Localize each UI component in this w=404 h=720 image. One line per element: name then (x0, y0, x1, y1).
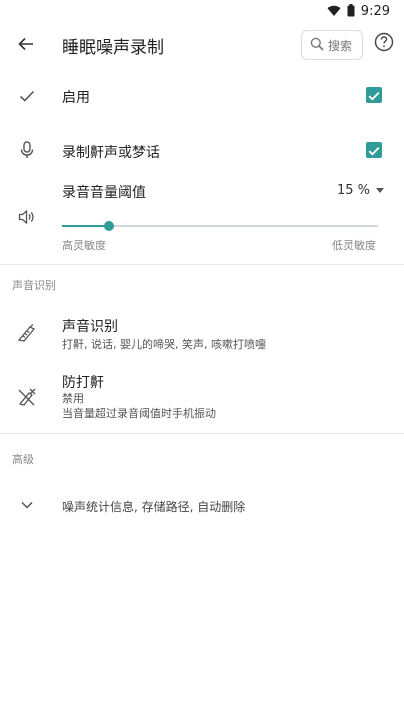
threshold-slider[interactable] (62, 221, 378, 231)
search-icon (310, 36, 324, 55)
enable-label: 启用 (62, 90, 90, 106)
status-right: 9:29 (327, 2, 390, 21)
enable-checkbox[interactable] (366, 87, 382, 103)
section-header-advanced: 高级 (12, 453, 34, 466)
check-icon (16, 85, 38, 107)
enable-row[interactable]: 启用 (0, 80, 404, 112)
divider (0, 433, 404, 434)
divider (0, 264, 404, 265)
threshold-label: 录音音量阈值 (62, 185, 146, 201)
page-title: 睡眠噪声录制 (62, 38, 164, 58)
back-button[interactable] (12, 32, 40, 60)
sound-recognition-subtitle: 打鼾, 说话, 婴儿的啼哭, 笑声, 咳嗽打喷嚏 (62, 338, 266, 351)
sound-recognition-row[interactable]: 声音识别 打鼾, 说话, 婴儿的啼哭, 笑声, 咳嗽打喷嚏 (0, 310, 404, 354)
saw-icon (16, 322, 38, 344)
checkmark-icon (368, 86, 380, 105)
search-label: 搜索 (328, 38, 353, 53)
battery-icon (347, 2, 355, 21)
help-circle-icon (374, 32, 394, 56)
wifi-icon (327, 2, 341, 21)
record-snore-checkbox[interactable] (366, 142, 382, 158)
anti-snore-title: 防打鼾 (62, 375, 104, 391)
status-time: 9:29 (360, 4, 390, 19)
arrow-left-icon (18, 36, 34, 56)
advanced-summary: 噪声统计信息, 存储路径, 自动删除 (62, 500, 246, 514)
search-button[interactable]: 搜索 (301, 30, 363, 60)
sound-recognition-title: 声音识别 (62, 319, 118, 335)
status-bar: 9:29 (0, 0, 404, 24)
anti-snore-description: 当音量超过录音阈值时手机振动 (62, 407, 216, 420)
advanced-expand-row[interactable]: 噪声统计信息, 存储路径, 自动删除 (0, 490, 404, 520)
slider-thumb[interactable] (104, 221, 114, 231)
caret-down-icon (376, 188, 384, 193)
microphone-icon (16, 139, 38, 161)
section-header-sound-recognition: 声音识别 (12, 279, 56, 292)
volume-icon (16, 206, 38, 228)
low-sensitivity-label: 低灵敏度 (332, 239, 376, 252)
high-sensitivity-label: 高灵敏度 (62, 239, 106, 252)
record-snore-row[interactable]: 录制鼾声或梦话 (0, 135, 404, 167)
checkmark-icon (368, 141, 380, 160)
slider-fill (62, 225, 109, 227)
threshold-value: 15 % (336, 183, 370, 198)
record-snore-label: 录制鼾声或梦话 (62, 145, 160, 161)
anti-snore-row[interactable]: 防打鼾 禁用 当音量超过录音阈值时手机振动 (0, 366, 404, 420)
anti-snore-status: 禁用 (62, 392, 84, 405)
anti-snore-icon (16, 386, 38, 408)
app-bar: 睡眠噪声录制 搜索 (0, 24, 404, 68)
sleep-noise-recording-screen: 9:29 睡眠噪声录制 搜索 启用 录制鼾声或梦话 录音音量阈值 15 % 高灵… (0, 0, 404, 720)
chevron-down-icon (16, 494, 38, 516)
threshold-dropdown[interactable]: 15 % (337, 183, 384, 198)
help-button[interactable] (372, 32, 396, 56)
